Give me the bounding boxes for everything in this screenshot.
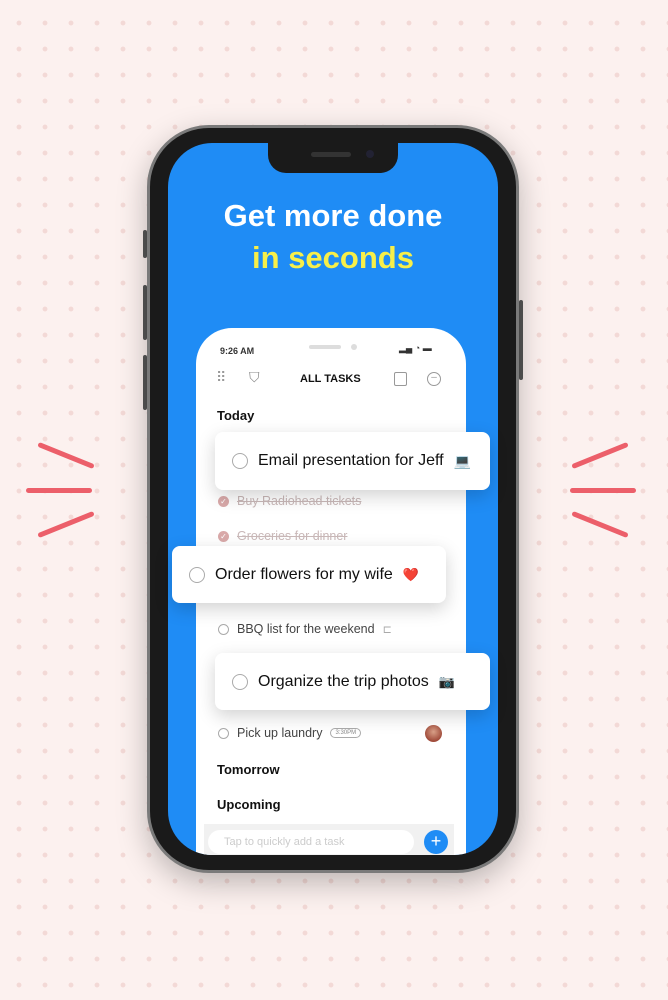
headline-line2: in seconds — [252, 240, 414, 275]
decor-line — [37, 441, 95, 470]
heart-emoji: ❤️ — [402, 566, 419, 582]
task-card-photos[interactable]: Organize the trip photos 📷 — [215, 653, 490, 710]
task-card-email[interactable]: Email presentation for Jeff 💻 — [215, 432, 490, 490]
basket-icon[interactable]: ⛉ — [249, 369, 260, 386]
decor-line — [570, 488, 636, 493]
task-row[interactable]: ✓ Groceries for dinner — [218, 529, 347, 543]
time-badge: 3:30PM — [330, 728, 362, 738]
status-time: 9:26 AM — [220, 346, 255, 356]
more-icon[interactable]: – — [427, 372, 441, 386]
laptop-emoji: 💻 — [453, 452, 472, 469]
toolbar-title: ALL TASKS — [300, 373, 361, 385]
checkbox-icon[interactable] — [218, 727, 229, 739]
power-button — [519, 300, 523, 380]
checkbox-icon[interactable] — [189, 566, 205, 583]
task-row[interactable]: Pick up laundry 3:30PM — [218, 726, 362, 740]
checkbox-icon[interactable] — [232, 673, 248, 690]
task-card-flowers[interactable]: Order flowers for my wife ❤️ — [172, 546, 446, 603]
note-icon[interactable] — [394, 372, 407, 386]
checkbox-icon[interactable] — [232, 453, 248, 469]
quick-add-input[interactable]: Tap to quickly add a task — [208, 830, 414, 854]
checked-icon[interactable]: ✓ — [218, 530, 229, 542]
task-row[interactable]: BBQ list for the weekend ⊏ — [218, 622, 392, 636]
camera-emoji: 📷 — [438, 673, 455, 689]
grid-icon[interactable]: ⠿ — [216, 369, 226, 386]
headline-line1: Get more done — [223, 198, 443, 233]
decor-line — [571, 510, 629, 539]
phone-screen: Get more done in seconds 9:26 AM ▂▄ ◔ ▬ … — [168, 143, 498, 855]
task-row[interactable]: ✓ Buy Radiohead tickets — [218, 494, 361, 508]
decor-line — [26, 488, 92, 493]
avatar — [425, 725, 442, 742]
add-task-button[interactable]: + — [424, 830, 448, 854]
checkbox-icon[interactable] — [218, 623, 229, 635]
section-today: Today — [217, 408, 255, 423]
subtasks-icon: ⊏ — [382, 623, 392, 636]
section-tomorrow[interactable]: Tomorrow — [217, 762, 280, 777]
status-icons: ▂▄ ◔ ▬ — [399, 343, 432, 353]
notch — [268, 143, 398, 173]
decor-line — [37, 510, 95, 539]
section-upcoming[interactable]: Upcoming — [217, 797, 281, 812]
checked-icon[interactable]: ✓ — [218, 495, 229, 507]
camera-icon — [366, 150, 374, 158]
decor-line — [571, 441, 629, 470]
